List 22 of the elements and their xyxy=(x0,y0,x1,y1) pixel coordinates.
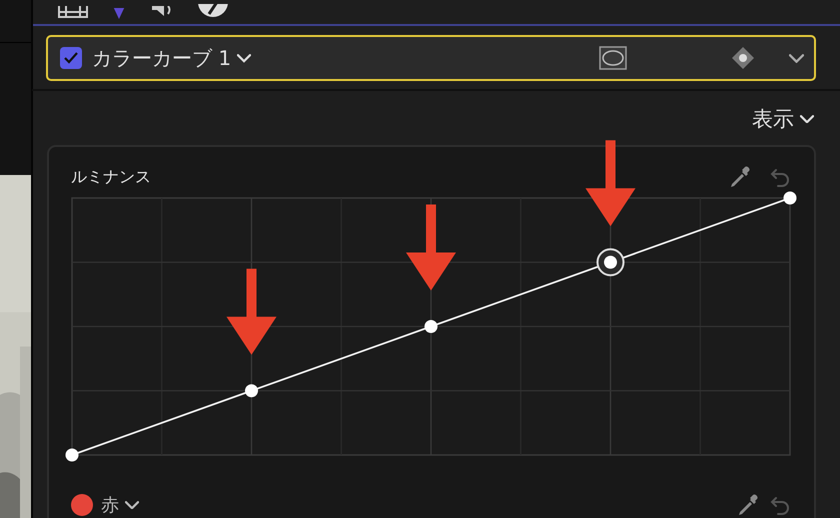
control-point[interactable] xyxy=(784,192,796,205)
curve-title: ルミナンス xyxy=(71,166,151,188)
curve-graph[interactable] xyxy=(63,189,799,464)
effect-name-menu[interactable]: カラーカーブ 1 xyxy=(92,44,252,72)
control-point[interactable] xyxy=(424,320,438,334)
effect-checkbox[interactable] xyxy=(60,47,82,70)
expand-icon[interactable] xyxy=(789,54,804,63)
chevron-icon xyxy=(237,54,252,63)
reset-button[interactable] xyxy=(770,495,792,516)
undo-icon xyxy=(770,495,792,516)
view-menu[interactable]: 表示 xyxy=(752,105,814,134)
mask-icon[interactable] xyxy=(599,46,627,70)
channel-menu[interactable]: 赤 xyxy=(101,493,139,518)
control-point[interactable] xyxy=(66,448,78,462)
chevron-icon xyxy=(800,114,814,124)
chevron-icon xyxy=(789,54,804,63)
control-point[interactable] xyxy=(245,384,258,398)
chevron-icon xyxy=(125,500,139,510)
keyframe-icon[interactable] xyxy=(731,46,755,70)
film-icon[interactable] xyxy=(58,6,88,20)
undo-icon xyxy=(770,167,792,188)
checkmark-icon xyxy=(64,52,78,64)
